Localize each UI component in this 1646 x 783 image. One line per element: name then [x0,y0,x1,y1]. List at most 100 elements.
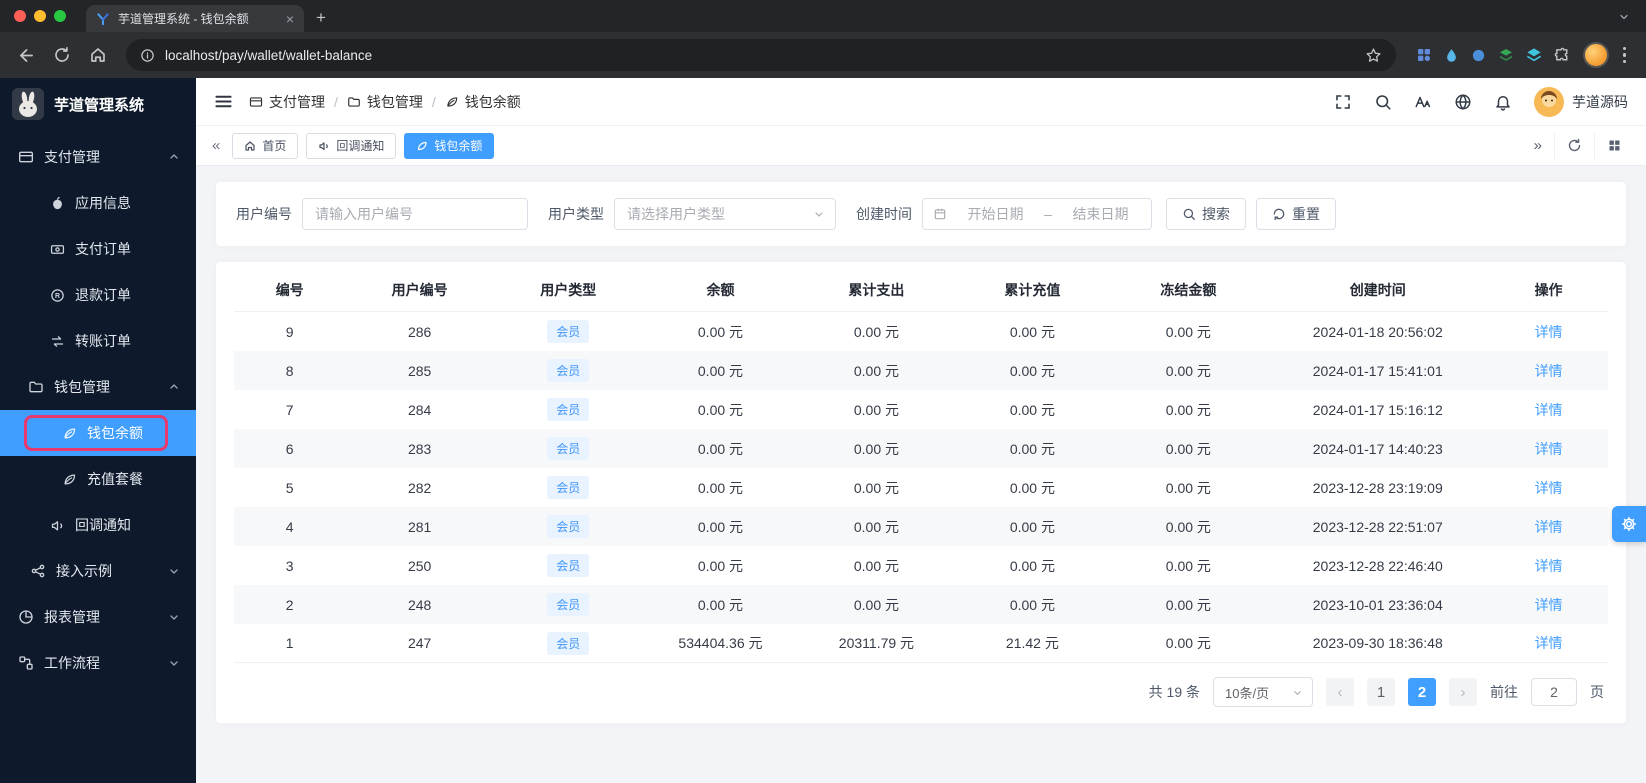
user-id-input[interactable] [302,198,528,230]
next-page-button[interactable]: › [1449,678,1477,706]
cell-expense: 0.00 元 [853,557,899,574]
refresh-icon [1568,138,1581,152]
breadcrumb-item-wallet[interactable]: 钱包管理 [347,92,423,112]
cell-user-id: 286 [407,323,432,340]
tabs-scroll-left-button[interactable]: « [208,137,224,154]
tab-wallet-balance[interactable]: 钱包余额 [404,132,495,159]
address-bar[interactable]: localhost/pay/wallet/wallet-balance [126,39,1396,71]
cell-user-type: 会员 [494,593,643,616]
date-range-picker[interactable]: 开始日期 – 结束日期 [922,198,1152,230]
cell-user-id: 284 [407,401,432,418]
tab-callback-notice[interactable]: 回调通知 [306,132,397,159]
leaf-icon [418,141,427,150]
minimize-window-button[interactable] [34,10,46,22]
megaphone-icon [319,141,329,150]
tab-close-icon[interactable]: × [286,11,294,27]
cell-user-type: 会员 [494,359,643,382]
extension-icon[interactable] [1526,47,1542,63]
extension-icon[interactable] [1416,47,1432,63]
user-type-select[interactable]: 请选择用户类型 [614,198,836,230]
chevron-down-icon [1620,14,1628,20]
sidebar-item-report-management[interactable]: 报表管理 [0,594,196,640]
cell-user-id: 281 [407,518,432,535]
goto-page-input[interactable] [1531,678,1577,706]
detail-link[interactable]: 详情 [1535,363,1563,379]
fullscreen-button[interactable] [1334,93,1352,111]
app-title: 芋道管理系统 [54,96,145,114]
browser-profile-avatar[interactable] [1582,42,1609,68]
tabs-controls: » [1522,132,1634,159]
sidebar-item-wallet-management[interactable]: 钱包管理 [0,364,196,410]
user-name: 芋道源码 [1572,93,1628,110]
page-button-1[interactable]: 1 [1367,678,1395,706]
language-button[interactable] [1454,93,1472,111]
home-button[interactable] [82,39,114,71]
settings-drawer-button[interactable] [1612,506,1646,542]
reload-button[interactable] [46,39,78,71]
site-info-icon[interactable] [140,48,155,63]
sidebar-item-transfer-orders[interactable]: 转账订单 [0,318,196,364]
user-menu[interactable]: 芋道源码 [1534,86,1628,117]
page-size-select[interactable]: 10条/页 [1213,677,1313,707]
sidebar-item-refund-orders[interactable]: R 退款订单 [0,272,196,318]
sidebar-item-recharge-package[interactable]: 充值套餐 [0,456,196,502]
bookmark-star-icon[interactable] [1365,47,1382,64]
sidebar-toggle-button[interactable] [214,92,233,111]
cell-expense: 0.00 元 [853,401,899,418]
detail-link[interactable]: 详情 [1535,480,1563,496]
breadcrumb-item-wallet-balance[interactable]: 钱包余额 [445,92,521,112]
reset-button[interactable]: 重置 [1256,198,1336,230]
cell-frozen: 0.00 元 [1165,362,1211,379]
tab-search-button[interactable] [1614,7,1634,27]
detail-link[interactable]: 详情 [1535,441,1563,457]
app-logo-row[interactable]: 芋道管理系统 [0,78,196,130]
sidebar-item-callback-notice[interactable]: 回调通知 [0,502,196,548]
search-button[interactable] [1374,93,1392,111]
detail-link[interactable]: 详情 [1535,519,1563,535]
font-size-button[interactable] [1414,93,1432,111]
table-row: 9 286 会员 0.00 元 0.00 元 0.00 元 0.00 元 202… [234,312,1608,351]
workflow-icon [19,656,33,670]
prev-page-button[interactable]: ‹ [1326,678,1354,706]
tabs-refresh-button[interactable] [1554,132,1594,159]
sidebar-item-app-info[interactable]: 应用信息 [0,180,196,226]
extensions-puzzle-icon[interactable] [1554,47,1571,64]
notification-button[interactable] [1494,93,1512,111]
detail-link[interactable]: 详情 [1535,402,1563,418]
zoom-window-button[interactable] [54,10,66,22]
breadcrumb-item-payment[interactable]: 支付管理 [249,92,325,112]
detail-link[interactable]: 详情 [1535,324,1563,340]
cell-expense: 0.00 元 [853,518,899,535]
browser-menu-button[interactable] [1613,41,1637,70]
browser-tab[interactable]: 芋道管理系统 - 钱包余额 × [86,5,304,32]
cell-id: 4 [285,518,294,535]
sidebar-item-payment-management[interactable]: 支付管理 [0,134,196,180]
detail-link[interactable]: 详情 [1535,597,1563,613]
search-button[interactable]: 搜索 [1166,198,1246,230]
sidebar-item-integration-demo[interactable]: 接入示例 [0,548,196,594]
back-button[interactable] [10,39,42,71]
banknote-icon [50,244,65,254]
tabs-scroll-right-button[interactable]: » [1522,133,1554,159]
page-button-2[interactable]: 2 [1408,678,1436,706]
close-window-button[interactable] [14,10,26,22]
refund-icon: R [51,288,64,302]
sidebar-item-payment-orders[interactable]: 支付订单 [0,226,196,272]
table-row: 2 248 会员 0.00 元 0.00 元 0.00 元 0.00 元 202… [234,585,1608,624]
sidebar-item-wallet-balance[interactable]: 钱包余额 [0,410,196,456]
extension-icon[interactable] [1471,48,1486,63]
chevron-up-icon [168,151,180,163]
tab-home[interactable]: 首页 [232,132,299,159]
new-tab-button[interactable]: + [316,8,326,28]
extension-icon[interactable] [1444,48,1459,63]
cell-recharge: 0.00 元 [1009,479,1055,496]
extension-icon[interactable] [1498,47,1514,63]
tags-view-bar: « 首页 回调通知 钱包余额 » [196,126,1646,166]
sidebar-item-workflow[interactable]: 工作流程 [0,640,196,686]
cell-id: 5 [285,479,294,496]
page-unit-label: 页 [1590,684,1604,700]
column-header: 累计充值 [1004,281,1061,298]
detail-link[interactable]: 详情 [1535,635,1563,651]
tabs-layout-button[interactable] [1594,132,1634,159]
detail-link[interactable]: 详情 [1535,558,1563,574]
